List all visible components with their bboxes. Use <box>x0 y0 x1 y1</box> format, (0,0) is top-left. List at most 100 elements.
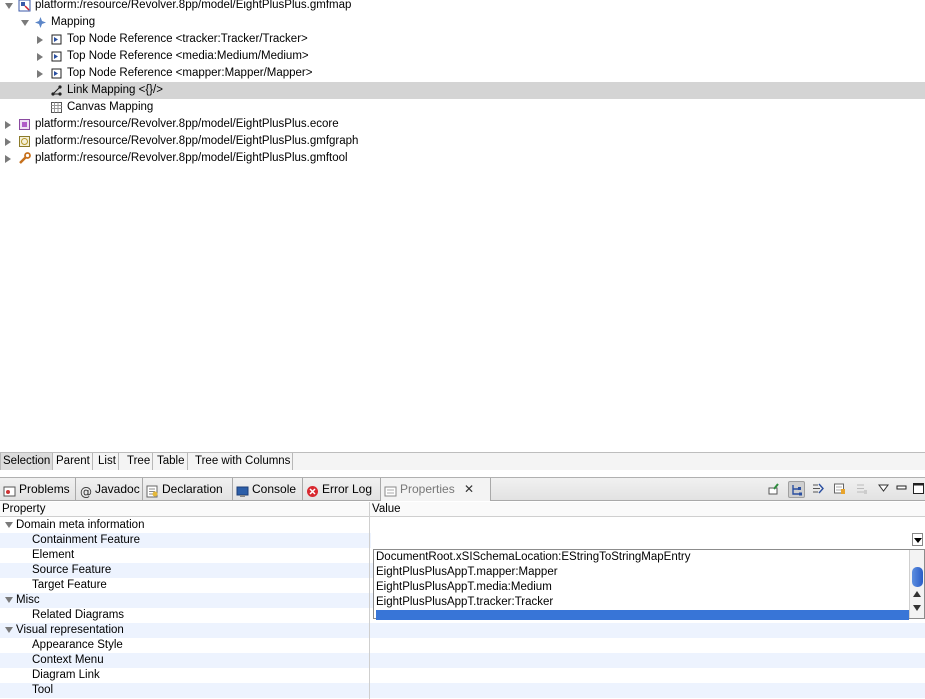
selection-tab-table[interactable]: Table <box>155 453 188 470</box>
collapse-arrow-icon[interactable] <box>5 3 13 9</box>
tree-item[interactable]: platform:/resource/Revolver.8pp/model/Ei… <box>0 116 925 133</box>
scroll-up-arrow-icon[interactable] <box>913 591 921 597</box>
view-tab-label: Problems <box>19 482 70 496</box>
top-node-reference-icon <box>50 33 63 46</box>
collapse-arrow-icon[interactable] <box>5 627 13 633</box>
property-name: Visual representation <box>16 624 124 636</box>
view-tab-javadoc[interactable]: @ Javadoc <box>76 478 143 501</box>
tree-item-label: Mapping <box>51 16 96 28</box>
expand-arrow-icon[interactable] <box>5 138 11 146</box>
properties-icon <box>384 483 397 497</box>
minimize-icon[interactable] <box>894 481 907 498</box>
containment-feature-combo[interactable] <box>371 532 925 548</box>
mapping-icon <box>34 16 47 29</box>
view-tab-bar: Problems @ Javadoc Declaration Console Error … <box>0 477 925 501</box>
collapse-arrow-icon[interactable] <box>5 597 13 603</box>
expand-arrow-icon[interactable] <box>37 53 43 61</box>
problems-icon <box>3 483 16 497</box>
link-mapping-icon <box>50 84 63 97</box>
expand-arrow-icon[interactable] <box>5 121 11 129</box>
declaration-icon <box>146 483 159 498</box>
expand-arrow-icon[interactable] <box>37 36 43 44</box>
collapse-arrow-icon[interactable] <box>5 522 13 528</box>
pin-icon[interactable] <box>766 481 783 498</box>
column-divider[interactable] <box>369 502 370 699</box>
ecore-file-icon <box>18 118 31 131</box>
property-row[interactable]: Diagram Link <box>0 668 925 683</box>
show-categories-icon[interactable] <box>788 481 805 498</box>
tree-item[interactable]: platform:/resource/Revolver.8pp/model/Ei… <box>0 150 925 167</box>
view-tab-declaration[interactable]: Declaration <box>143 478 233 501</box>
dropdown-scrollbar[interactable] <box>909 550 924 618</box>
tree-item-label: platform:/resource/Revolver.8pp/model/Ei… <box>35 118 339 130</box>
property-row[interactable]: Tool <box>0 683 925 698</box>
selection-mode-tabs: Selection Parent List Tree Table Tree with Co… <box>0 452 925 470</box>
tree-item[interactable]: Link Mapping <{}/> <box>0 82 925 99</box>
property-category[interactable]: Domain meta information <box>0 518 925 533</box>
property-name: Appearance Style <box>32 639 123 651</box>
scrollbar-thumb[interactable] <box>912 567 923 587</box>
view-tab-error-log[interactable]: Error Log <box>303 478 381 501</box>
containment-feature-dropdown-list[interactable]: DocumentRoot.xSISchemaLocation:EStringTo… <box>373 549 925 620</box>
show-advanced-icon[interactable] <box>810 481 827 498</box>
dropdown-option[interactable] <box>376 610 909 620</box>
property-column-header[interactable]: Property <box>0 502 369 517</box>
maximize-icon[interactable] <box>911 481 924 498</box>
restore-default-icon[interactable] <box>854 481 871 498</box>
property-category[interactable]: Visual representation <box>0 623 925 638</box>
selection-tab-tree[interactable]: Tree <box>125 453 154 470</box>
tree-item[interactable]: Top Node Reference <tracker:Tracker/Trac… <box>0 31 925 48</box>
tree-item[interactable]: Canvas Mapping <box>0 99 925 116</box>
svg-text:@: @ <box>80 485 92 498</box>
property-row[interactable]: Appearance Style <box>0 638 925 653</box>
expand-arrow-icon[interactable] <box>37 70 43 78</box>
property-name: Tool <box>32 684 54 696</box>
close-icon[interactable]: ✕ <box>464 478 474 501</box>
property-name: Misc <box>16 594 40 606</box>
combo-dropdown-button[interactable] <box>912 533 923 546</box>
selection-tab-selection[interactable]: Selection <box>0 453 54 470</box>
gmfmap-file-icon <box>18 0 31 12</box>
property-name: Element <box>32 549 75 561</box>
collapse-arrow-icon[interactable] <box>21 20 29 26</box>
tree-item[interactable]: Top Node Reference <media:Medium/Medium> <box>0 48 925 65</box>
dropdown-option[interactable]: DocumentRoot.xSISchemaLocation:EStringTo… <box>376 550 691 565</box>
property-name: Diagram Link <box>32 669 100 681</box>
view-tab-label: Error Log <box>322 482 373 496</box>
gmftool-file-icon <box>18 152 31 165</box>
tree-item-label: Top Node Reference <tracker:Tracker/Trac… <box>67 33 308 45</box>
view-tab-problems[interactable]: Problems <box>0 478 76 501</box>
tree-item[interactable]: platform:/resource/Revolver.8pp/model/Ei… <box>0 0 925 14</box>
property-row[interactable]: Context Menu <box>0 653 925 668</box>
value-column-header[interactable]: Value <box>370 502 925 517</box>
property-name: Containment Feature <box>32 534 141 546</box>
model-tree[interactable]: platform:/resource/Revolver.8pp/model/Ei… <box>0 0 925 452</box>
dropdown-option[interactable]: EightPlusPlusAppT.mapper:Mapper <box>376 565 558 580</box>
tree-item-label: platform:/resource/Revolver.8pp/model/Ei… <box>35 0 352 11</box>
view-tab-label: Javadoc <box>95 482 140 496</box>
view-tab-label: Properties <box>400 482 455 496</box>
javadoc-icon: @ <box>79 483 92 499</box>
filter-icon[interactable] <box>832 481 849 498</box>
tree-item-label: platform:/resource/Revolver.8pp/model/Ei… <box>35 152 348 164</box>
expand-arrow-icon[interactable] <box>5 155 11 163</box>
selection-tab-list[interactable]: List <box>96 453 119 470</box>
view-menu-icon[interactable] <box>876 481 889 498</box>
tree-item-label: Link Mapping <{}/> <box>67 84 163 96</box>
property-name: Domain meta information <box>16 519 145 531</box>
dropdown-option[interactable]: EightPlusPlusAppT.tracker:Tracker <box>376 595 553 610</box>
view-tab-console[interactable]: Console <box>233 478 303 501</box>
view-tab-properties[interactable]: Properties ✕ <box>381 478 491 501</box>
error-log-icon <box>306 483 319 497</box>
tree-item[interactable]: Mapping <box>0 14 925 31</box>
tree-item-label: platform:/resource/Revolver.8pp/model/Ei… <box>35 135 359 147</box>
dropdown-option[interactable]: EightPlusPlusAppT.media:Medium <box>376 580 552 595</box>
tree-item[interactable]: Top Node Reference <mapper:Mapper/Mapper… <box>0 65 925 82</box>
gmfgraph-file-icon <box>18 135 31 148</box>
selection-tab-parent[interactable]: Parent <box>54 453 93 470</box>
canvas-mapping-icon <box>50 101 63 114</box>
top-node-reference-icon <box>50 67 63 80</box>
scroll-down-arrow-icon[interactable] <box>913 605 921 611</box>
tree-item[interactable]: platform:/resource/Revolver.8pp/model/Ei… <box>0 133 925 150</box>
selection-tab-tree-with-columns[interactable]: Tree with Columns <box>193 453 294 470</box>
